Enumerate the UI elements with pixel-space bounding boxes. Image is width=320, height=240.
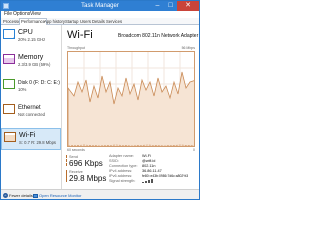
detail-label: Signal strength: [109,179,136,183]
maximize-button[interactable]: □ [164,1,177,11]
cpu-mini-graph [3,29,15,39]
sidebar-item-disk[interactable]: Disk 0 (F: D: C: E:) 10% [1,76,61,98]
signal-bar [145,181,147,183]
tab-users[interactable]: Users [79,18,92,25]
sidebar-item-ethernet[interactable]: Ethernet Not connected [1,101,61,123]
sidebar-item-subtitle: Not connected [18,112,46,117]
detail-value: Wi-Fi [142,154,151,158]
open-resource-monitor-label: Open Resource Monitor [39,193,82,198]
page-title: Wi-Fi [67,29,93,41]
menu-file[interactable]: File [4,11,12,18]
tab-details[interactable]: Details [91,18,106,25]
sidebar-item-title: CPU [18,29,33,36]
graph-time-label: 60 seconds [67,148,85,152]
chevron-up-icon: ^ [3,193,8,199]
resource-monitor-icon [33,193,38,198]
detail-value: 802.11n [142,164,156,168]
wifi-mini-graph [4,132,16,142]
graph-zero-label: 0 [193,148,195,152]
adapter-name: Broadcom 802.11n Network Adapter [118,33,199,39]
detail-value: fe80::e43b:0986:7d6c:a802%3 [142,174,189,178]
memory-mini-fill [4,58,14,63]
tab-bar: Processes Performance App history Startu… [1,18,199,25]
signal-strength-icon [142,179,156,183]
close-icon: ✕ [185,2,191,9]
sidebar-item-wifi[interactable]: Wi-Fi S: 0.7 R: 29.8 Mbps [1,128,61,150]
receive-value: 29.8 Mbps [69,174,107,183]
menu-options[interactable]: Options [13,11,30,18]
disk-mini-graph [3,79,15,89]
sidebar: CPU 20% 2.15 GHz Memory 2.3/3.9 GB (59%)… [1,25,62,189]
sidebar-item-subtitle: S: 0.7 R: 29.8 Mbps [19,140,57,145]
tab-startup[interactable]: Startup [64,18,80,25]
sidebar-item-title: Disk 0 (F: D: C: E:) [18,80,60,86]
cpu-mini-line [13,37,14,38]
main-panel: Wi-Fi Broadcom 802.11n Network Adapter T… [62,25,199,189]
fewer-details-label: Fewer details [9,193,33,198]
maximize-icon: □ [168,2,173,9]
title-bar[interactable]: Task Manager – □ ✕ [1,1,199,11]
menu-bar: File Options View [1,11,199,18]
detail-value: @wifi.id [142,159,156,163]
sidebar-item-memory[interactable]: Memory 2.3/3.9 GB (59%) [1,51,61,73]
detail-label: SSID: [109,159,119,163]
sidebar-item-cpu[interactable]: CPU 20% 2.15 GHz [1,26,61,48]
tab-services[interactable]: Services [105,18,123,25]
footer: ^ Fewer details Open Resource Monitor [1,189,199,199]
sidebar-item-subtitle: 10% [18,87,27,92]
sidebar-item-title: Ethernet [18,105,41,111]
fewer-details-button[interactable]: ^ Fewer details [3,192,33,199]
graph-label: Throughput [67,46,85,50]
task-manager-window: Task Manager – □ ✕ File Options View Pro… [0,0,200,200]
graph-max: 56 Mbps [181,46,195,50]
detail-label: IPv6 address: [109,174,133,178]
memory-mini-graph [3,54,15,64]
minimize-button[interactable]: – [151,1,164,11]
ethernet-mini-graph [3,104,15,114]
throughput-graph [67,51,195,147]
open-resource-monitor-link[interactable]: Open Resource Monitor [33,192,81,199]
tab-app-history[interactable]: App history [43,18,66,25]
throughput-graph-svg [68,52,194,146]
signal-bar [148,180,150,183]
sidebar-item-subtitle: 2.3/3.9 GB (59%) [18,62,51,67]
sidebar-item-title: Memory [18,54,44,61]
receive-indicator [66,170,67,182]
wifi-mini-fill [5,135,15,141]
send-value: 696 Kbps [69,159,103,168]
sidebar-item-subtitle: 20% 2.15 GHz [18,37,46,42]
detail-label: IPv4 address: [109,169,133,173]
detail-label: Connection type: [109,164,138,168]
sidebar-item-title: Wi-Fi [19,132,36,139]
cpu-mini-graph-svg [13,37,14,38]
detail-label: Adapter name: [109,154,134,158]
minimize-icon: – [155,2,160,9]
close-button[interactable]: ✕ [177,1,199,11]
send-indicator [66,155,68,166]
detail-value: 36.86.11.47 [142,169,162,173]
signal-bar [142,182,144,183]
menu-view[interactable]: View [30,11,41,18]
signal-bar [151,179,153,183]
